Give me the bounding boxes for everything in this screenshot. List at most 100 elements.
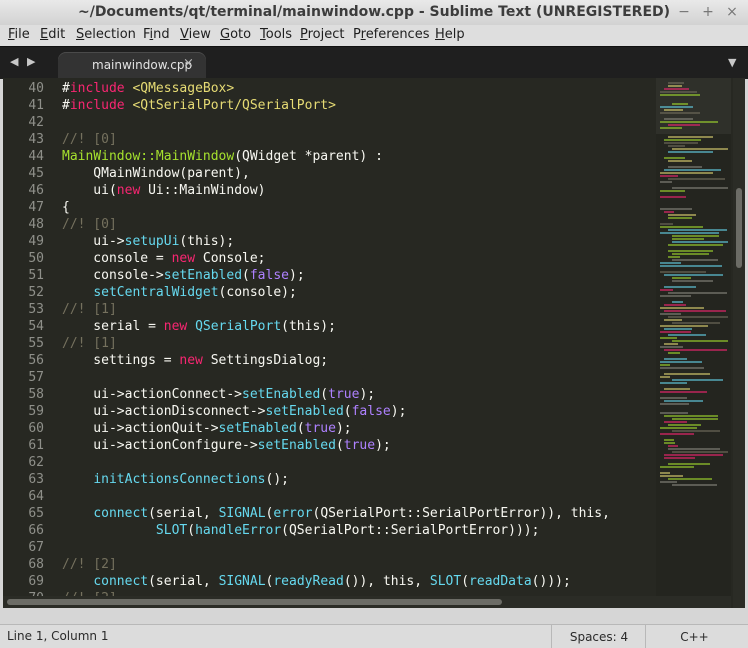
code-token: //! [1] — [62, 302, 117, 317]
code-token: setEnabled — [257, 438, 336, 453]
minimap-line — [672, 484, 717, 486]
menu-find[interactable]: Find — [143, 27, 170, 42]
menu-project[interactable]: Project — [300, 27, 345, 42]
code-line[interactable]: //! [2] — [62, 556, 656, 573]
code-line[interactable]: ui->actionConnect->setEnabled(true); — [62, 386, 656, 403]
minimap-line — [668, 256, 680, 258]
horizontal-scrollbar[interactable] — [3, 596, 731, 608]
minimap-line — [660, 175, 678, 177]
code-line[interactable]: //! [0] — [62, 131, 656, 148]
code-token: ); — [375, 438, 391, 453]
minimap-line — [668, 217, 692, 219]
code-line[interactable]: #include <QtSerialPort/QSerialPort> — [62, 97, 656, 114]
code-line[interactable]: console->setEnabled(false); — [62, 267, 656, 284]
code-line[interactable] — [62, 488, 656, 505]
code-token: console = — [62, 251, 172, 266]
minimize-icon[interactable]: − — [676, 4, 692, 20]
minimap-line — [660, 307, 704, 309]
code-token: <QMessageBox> — [124, 81, 235, 96]
code-token: ui->actionConnect-> — [62, 387, 243, 402]
menu-preferences[interactable]: Preferences — [353, 27, 429, 42]
code-token: false — [351, 404, 391, 419]
minimap-line — [660, 475, 683, 477]
code-line[interactable]: //! [1] — [62, 301, 656, 318]
minimap-line — [672, 235, 719, 237]
code-line[interactable]: ui->setupUi(this); — [62, 233, 656, 250]
code-line[interactable]: ui->actionConfigure->setEnabled(true); — [62, 437, 656, 454]
code-line[interactable]: { — [62, 199, 656, 216]
code-line[interactable]: connect(serial, SIGNAL (readyRead()), thi… — [62, 573, 656, 590]
code-line[interactable]: //! [1] — [62, 335, 656, 352]
minimap-line — [668, 160, 692, 162]
vertical-scrollbar[interactable] — [733, 78, 745, 608]
code-token: ui( — [62, 183, 117, 198]
menu-selection[interactable]: Selection — [76, 27, 136, 42]
close-window-icon[interactable]: × — [724, 4, 740, 20]
code-token: ui-> — [62, 234, 125, 249]
code-token: (); — [265, 472, 289, 487]
minimap[interactable] — [656, 78, 731, 608]
code-token: (this); — [281, 319, 336, 334]
code-line[interactable]: setCentralWidget(console); — [62, 284, 656, 301]
tab-list-dropdown-icon[interactable]: ▼ — [728, 56, 736, 69]
tab-scroll-left-icon[interactable]: ◀ — [10, 55, 18, 68]
code-line[interactable]: ui->actionQuit->setEnabled(true); — [62, 420, 656, 437]
code-line[interactable]: console = new Console; — [62, 250, 656, 267]
code-line[interactable] — [62, 114, 656, 131]
minimap-line — [664, 349, 727, 351]
line-number: 57 — [28, 370, 44, 385]
minimap-line — [672, 277, 691, 279]
vertical-scroll-thumb[interactable] — [736, 188, 742, 268]
menu-view[interactable]: View — [180, 27, 211, 42]
minimap-line — [664, 139, 701, 141]
menu-edit[interactable]: Edit — [40, 27, 65, 42]
tab-close-icon[interactable]: × — [183, 56, 194, 71]
code-token: ui->actionConfigure-> — [62, 438, 258, 453]
code-line[interactable]: MainWindow::MainWindow(QWidget *parent) … — [62, 148, 656, 165]
tab-mainwindow-cpp[interactable]: mainwindow.cpp × — [58, 52, 206, 79]
menu-file[interactable]: File — [8, 27, 30, 42]
code-line[interactable]: QMainWindow(parent), — [62, 165, 656, 182]
code-area[interactable]: #include <QMessageBox> #include <QtSerial… — [62, 80, 656, 607]
code-line[interactable]: ui(new Ui::MainWindow) — [62, 182, 656, 199]
minimap-line — [664, 142, 698, 144]
code-line[interactable]: SLOT(handleError(QSerialPort::SerialPort… — [62, 522, 656, 539]
code-token: true — [304, 421, 336, 436]
minimap-line — [664, 319, 682, 321]
code-line[interactable] — [62, 454, 656, 471]
indentation-setting[interactable]: Spaces: 4 — [551, 625, 646, 648]
minimap-line — [660, 232, 719, 234]
code-line[interactable]: ui->actionDisconnect->setEnabled(false); — [62, 403, 656, 420]
code-token: (this); — [179, 234, 235, 249]
menu-goto[interactable]: Goto — [220, 27, 251, 42]
tab-scroll-right-icon[interactable]: ▶ — [27, 55, 35, 68]
line-number: 44 — [28, 149, 44, 164]
maximize-icon[interactable]: + — [700, 4, 716, 20]
code-token: setEnabled — [163, 268, 243, 283]
code-editor[interactable]: 40 41 42 43 44 45 46 47 48 49 50 51 52 53 54 55 56 57 58 59… — [3, 78, 745, 608]
minimap-line — [660, 106, 693, 108]
code-token: (console); — [218, 285, 297, 300]
code-line[interactable]: settings = new SettingsDialog; — [62, 352, 656, 369]
menu-tools[interactable]: Tools — [260, 27, 292, 42]
line-number: 47 — [28, 200, 44, 215]
code-line[interactable]: //! [0] — [62, 216, 656, 233]
minimap-line — [672, 340, 728, 342]
menu-help[interactable]: Help — [435, 27, 465, 42]
minimap-line — [672, 103, 688, 105]
minimap-line — [672, 238, 704, 240]
code-token: false — [249, 268, 289, 283]
line-number: 43 — [28, 132, 44, 147]
code-token: initActionsConnections — [93, 472, 266, 487]
horizontal-scroll-thumb[interactable] — [7, 599, 502, 605]
code-line[interactable]: #include <QMessageBox> — [62, 80, 656, 97]
code-line[interactable]: connect(serial, SIGNAL(error(QSerialPort… — [62, 505, 656, 522]
code-line[interactable]: serial = new QSerialPort(this); — [62, 318, 656, 335]
code-line[interactable] — [62, 369, 656, 386]
minimap-line — [672, 148, 728, 150]
syntax-selector[interactable]: C++ — [645, 625, 743, 648]
code-line[interactable]: initActionsConnections(); — [62, 471, 656, 488]
code-line[interactable] — [62, 539, 656, 556]
